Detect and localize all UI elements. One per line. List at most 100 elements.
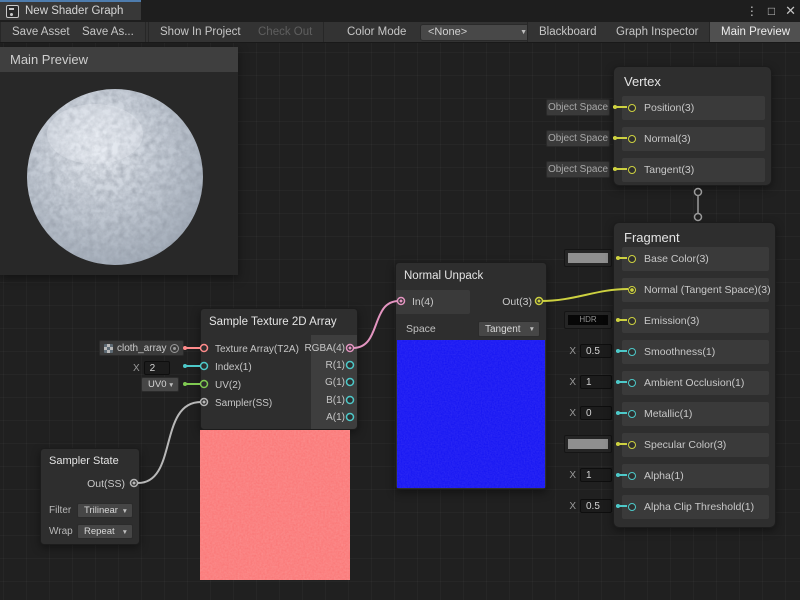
fragment-slot-alpha-clip: Alpha Clip Threshold(1): [622, 495, 769, 519]
metallic-value[interactable]: 0: [580, 406, 612, 420]
ambient-occlusion-label: Ambient Occlusion(1): [644, 377, 744, 389]
filter-dropdown[interactable]: Trilinear ▼: [77, 503, 133, 518]
hdr-badge: HDR: [568, 315, 608, 325]
metallic-port[interactable]: [628, 410, 636, 418]
metallic-field: X 0: [569, 405, 612, 421]
position-port[interactable]: [628, 104, 636, 112]
base-color-port[interactable]: [628, 255, 636, 263]
fragment-node[interactable]: Fragment Base Color(3) Normal (Tangent S…: [613, 222, 776, 528]
uv-channel-dropdown[interactable]: UV0 ▼: [141, 377, 179, 392]
smoothness-port[interactable]: [628, 348, 636, 356]
vertex-node[interactable]: Vertex Position(3) Normal(3) Tangent(3): [613, 66, 772, 186]
blackboard-button[interactable]: Blackboard: [527, 22, 609, 42]
sample-texture-preview: [200, 430, 350, 580]
fragment-slot-ambient-occlusion: Ambient Occlusion(1): [622, 371, 769, 395]
out-slot: Out(3): [502, 290, 532, 314]
graph-inspector-button[interactable]: Graph Inspector: [605, 22, 710, 42]
sampler-state-title[interactable]: Sampler State: [41, 449, 139, 473]
show-in-project-button[interactable]: Show In Project: [148, 22, 253, 42]
save-as-button[interactable]: Save As...: [71, 22, 146, 42]
normal-port[interactable]: [628, 135, 636, 143]
a-output-row: A(1): [326, 409, 345, 426]
tangent-slot-label: Tangent(3): [644, 164, 694, 176]
tangent-port[interactable]: [628, 166, 636, 174]
vertex-node-title[interactable]: Vertex: [614, 67, 771, 96]
close-icon[interactable]: ✕: [785, 0, 796, 22]
tangent-space-binding: Object Space: [546, 161, 610, 178]
texture-array-label: Texture Array(T2A): [215, 344, 299, 355]
ambient-occlusion-value[interactable]: 1: [580, 375, 612, 389]
normal-ts-label: Normal (Tangent Space)(3): [644, 284, 771, 296]
g-output-row: G(1): [325, 374, 345, 391]
main-preview-viewport[interactable]: [0, 72, 238, 275]
ambient-occlusion-field: X 1: [569, 374, 612, 390]
fragment-slot-smoothness: Smoothness(1): [622, 340, 769, 364]
fragment-slot-metallic: Metallic(1): [622, 402, 769, 426]
sample-texture-node-title[interactable]: Sample Texture 2D Array: [201, 309, 357, 335]
normal-ts-port[interactable]: [628, 286, 636, 294]
emission-port[interactable]: [628, 317, 636, 325]
alpha-value[interactable]: 1: [580, 468, 612, 482]
smoothness-value[interactable]: 0.5: [580, 344, 612, 358]
main-preview-header[interactable]: Main Preview: [0, 47, 238, 72]
alpha-label: Alpha(1): [644, 470, 684, 482]
cloth-array-property[interactable]: cloth_array: [99, 340, 184, 356]
alpha-clip-value[interactable]: 0.5: [580, 499, 612, 513]
position-space-binding: Object Space: [546, 99, 610, 116]
color-mode-value: <None>: [428, 26, 467, 38]
fragment-slot-emission: Emission(3): [622, 309, 769, 333]
x-label: X: [569, 346, 576, 357]
maximize-icon[interactable]: □: [768, 0, 775, 22]
normal-space-binding: Object Space: [546, 130, 610, 147]
normal-unpack-title[interactable]: Normal Unpack: [396, 263, 546, 289]
normal-unpack-node[interactable]: Normal Unpack In(4) Out(3) Space Tangent…: [395, 262, 547, 490]
check-out-button[interactable]: Check Out: [247, 22, 324, 42]
rgba-output-row: RGBA(4): [304, 340, 345, 357]
b-output-row: B(1): [326, 392, 345, 409]
document-tab[interactable]: New Shader Graph: [0, 0, 141, 20]
base-color-value: [568, 253, 608, 263]
texture-name: cloth_array: [117, 343, 166, 354]
window-menu-icon[interactable]: ⋮: [746, 0, 758, 22]
uv-channel-value: UV0: [148, 379, 166, 390]
base-color-swatch[interactable]: [564, 249, 612, 267]
color-mode-label: Color Mode: [347, 22, 406, 42]
color-mode-dropdown[interactable]: <None> ▼: [420, 24, 533, 41]
uv-input-row: UV(2): [201, 376, 241, 394]
emission-label: Emission(3): [644, 315, 699, 327]
in-slot: In(4): [396, 290, 470, 314]
x-label: X: [133, 363, 140, 374]
wrap-value: Repeat: [84, 526, 115, 537]
ambient-occlusion-port[interactable]: [628, 379, 636, 387]
vertex-slot-normal: Normal(3): [622, 127, 765, 151]
alpha-port[interactable]: [628, 472, 636, 480]
save-asset-button[interactable]: Save Asset: [0, 22, 82, 42]
metallic-label: Metallic(1): [644, 408, 692, 420]
space-value: Tangent: [485, 324, 521, 335]
sample-texture-2d-array-node[interactable]: Sample Texture 2D Array Texture Array(T2…: [200, 308, 358, 430]
index-value[interactable]: 2: [144, 361, 170, 375]
preview-sphere: [0, 72, 238, 275]
normal-slot-label: Normal(3): [644, 133, 691, 145]
dropdown-arrow-icon: ▼: [168, 378, 174, 393]
emission-hdr-swatch[interactable]: HDR: [564, 311, 612, 329]
x-label: X: [569, 470, 576, 481]
dropdown-arrow-icon: ▼: [122, 504, 128, 519]
alpha-clip-label: Alpha Clip Threshold(1): [644, 501, 754, 513]
in-label: In(4): [412, 296, 434, 308]
vertex-slot-tangent: Tangent(3): [622, 158, 765, 182]
specular-color-port[interactable]: [628, 441, 636, 449]
preview-toggle-icon[interactable]: [170, 344, 179, 353]
alpha-clip-port[interactable]: [628, 503, 636, 511]
fragment-slot-alpha: Alpha(1): [622, 464, 769, 488]
sampler-input-row: Sampler(SS): [201, 394, 272, 412]
space-dropdown[interactable]: Tangent ▼: [478, 321, 540, 337]
specular-color-swatch[interactable]: [564, 435, 612, 453]
position-slot-label: Position(3): [644, 102, 694, 114]
sampler-state-node[interactable]: Sampler State Out(SS) Filter Trilinear ▼…: [40, 448, 140, 545]
out-ss-slot: Out(SS): [87, 473, 125, 495]
wrap-dropdown[interactable]: Repeat ▼: [77, 524, 133, 539]
index-input-row: Index(1): [201, 358, 252, 376]
main-preview-button[interactable]: Main Preview: [710, 22, 800, 42]
wrap-label: Wrap: [49, 524, 73, 540]
